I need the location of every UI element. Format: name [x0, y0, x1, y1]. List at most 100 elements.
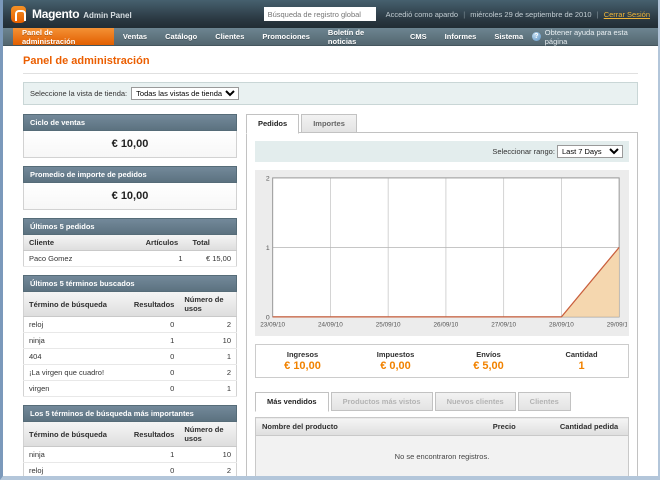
tab-pedidos[interactable]: Pedidos	[246, 114, 299, 134]
svg-text:23/09/10: 23/09/10	[260, 322, 285, 329]
card-title: Ciclo de ventas	[23, 114, 237, 131]
tab-importes[interactable]: Importes	[301, 114, 357, 133]
header-bar: Magento Admin Panel Accedió como apardo …	[3, 0, 658, 28]
table-row: reloj02	[24, 463, 237, 479]
tab-productos-mas-vistos[interactable]: Productos más vistos	[331, 392, 433, 411]
table-cell: 404	[24, 349, 129, 365]
nav-item-cms[interactable]: CMS	[401, 28, 436, 45]
page-content: Panel de administración Seleccione la vi…	[3, 46, 658, 480]
top-search-terms-card: Los 5 términos de búsqueda más important…	[23, 405, 237, 480]
stat-ingresos: Ingresos € 10,00	[256, 350, 349, 372]
header-meta: Accedió como apardo | miércoles 29 de se…	[386, 10, 650, 19]
last-orders-table: ClienteArtículosTotal Paco Gomez1€ 15,00	[23, 235, 237, 267]
table-row: ninja110	[24, 447, 237, 463]
range-select[interactable]: Last 7 Days	[557, 145, 623, 158]
table-cell: 0	[129, 317, 179, 333]
left-column: Ciclo de ventas € 10,00 Promedio de impo…	[23, 114, 237, 480]
admin-window: Magento Admin Panel Accedió como apardo …	[0, 0, 660, 480]
lifetime-sales-card: Ciclo de ventas € 10,00	[23, 114, 237, 158]
svg-text:28/09/10: 28/09/10	[549, 322, 574, 329]
range-label: Seleccionar rango:	[492, 147, 555, 156]
table-cell: 0	[129, 349, 179, 365]
nav-item-promociones[interactable]: Promociones	[253, 28, 319, 45]
table-cell: 1	[129, 333, 179, 349]
nav-item-catalogo[interactable]: Catálogo	[156, 28, 206, 45]
table-cell: virgen	[24, 381, 129, 397]
column-header: Nombre del producto	[256, 418, 487, 436]
card-value: € 10,00	[23, 183, 237, 210]
separator: |	[463, 10, 465, 19]
svg-text:26/09/10: 26/09/10	[434, 322, 459, 329]
last-search-terms-table: Término de búsquedaResultadosNúmero de u…	[23, 292, 237, 397]
store-switcher-label: Seleccione la vista de tienda:	[30, 89, 127, 98]
nav-item-sistema[interactable]: Sistema	[485, 28, 532, 45]
table-cell: 0	[129, 381, 179, 397]
column-header: Total	[188, 235, 237, 251]
column-header: Término de búsqueda	[24, 292, 129, 317]
table-cell: 0	[129, 463, 179, 479]
tab-mas-vendidos[interactable]: Más vendidos	[255, 392, 329, 412]
help-link[interactable]: ? Obtener ayuda para esta página	[532, 28, 648, 45]
brand-name: Magento	[32, 7, 79, 21]
logout-link[interactable]: Cerrar Sesión	[604, 10, 650, 19]
table-cell: ninja	[24, 333, 129, 349]
table-cell: ¡La virgen que cuadro!	[24, 365, 129, 381]
nav-item-boletin[interactable]: Boletín de noticias	[319, 28, 401, 45]
table-cell: 2	[179, 317, 236, 333]
magento-logo-icon	[11, 6, 26, 23]
column-header: Número de usos	[179, 292, 236, 317]
table-row: Paco Gomez1€ 15,00	[24, 251, 237, 267]
svg-text:27/09/10: 27/09/10	[491, 322, 516, 329]
table-cell: 1	[179, 381, 236, 397]
tab-clientes[interactable]: Clientes	[518, 392, 571, 411]
table-cell: 1	[179, 349, 236, 365]
table-cell: 0	[129, 365, 179, 381]
column-header: Resultados	[129, 422, 179, 447]
svg-text:2: 2	[266, 175, 270, 182]
top-search-terms-table: Término de búsquedaResultadosNúmero de u…	[23, 422, 237, 480]
store-switcher: Seleccione la vista de tienda: Todas las…	[23, 82, 638, 105]
column-header: Artículos	[141, 235, 188, 251]
column-header: Término de búsqueda	[24, 422, 129, 447]
column-header: Cantidad pedida	[554, 418, 629, 436]
stat-envios: Envíos € 5,00	[442, 350, 535, 372]
table-row: virgen01	[24, 381, 237, 397]
current-date: miércoles 29 de septiembre de 2010	[470, 10, 591, 19]
nav-item-dashboard[interactable]: Panel de administración	[13, 28, 114, 45]
store-switcher-select[interactable]: Todas las vistas de tienda	[131, 87, 239, 100]
table-cell: 10	[179, 333, 236, 349]
nav-item-ventas[interactable]: Ventas	[114, 28, 156, 45]
stat-cantidad: Cantidad 1	[535, 350, 628, 372]
stat-impuestos: Impuestos € 0,00	[349, 350, 442, 372]
orders-chart-box: 01223/09/1024/09/1025/09/1026/09/1027/09…	[255, 170, 629, 336]
dashboard-panel: Seleccionar rango: Last 7 Days 0 1 2 23/09/…	[246, 132, 638, 480]
help-label: Obtener ayuda para esta página	[545, 28, 648, 46]
average-orders-card: Promedio de importe de pedidos € 10,00	[23, 166, 237, 210]
table-cell: € 15,00	[188, 251, 237, 267]
range-bar: Seleccionar rango: Last 7 Days	[255, 141, 629, 162]
help-globe-icon: ?	[532, 32, 541, 41]
chart-tabs: Pedidos Importes	[246, 114, 638, 133]
svg-text:24/09/10: 24/09/10	[318, 322, 343, 329]
svg-text:1: 1	[266, 245, 270, 252]
card-title: Los 5 términos de búsqueda más important…	[23, 405, 237, 422]
nav-item-clientes[interactable]: Clientes	[206, 28, 253, 45]
table-cell: 2	[179, 463, 236, 479]
global-search-input[interactable]	[264, 7, 376, 21]
totals-row: Ingresos € 10,00 Impuestos € 0,00 Envíos…	[255, 344, 629, 378]
orders-chart: 01223/09/1024/09/1025/09/1026/09/1027/09…	[257, 172, 627, 334]
svg-text:0: 0	[266, 314, 270, 321]
card-title: Promedio de importe de pedidos	[23, 166, 237, 183]
svg-text:29/09/10: 29/09/10	[607, 322, 627, 329]
page-title: Panel de administración	[23, 55, 638, 74]
separator: |	[597, 10, 599, 19]
column-header: Número de usos	[179, 422, 236, 447]
empty-row: No se encontraron registros.	[256, 436, 629, 480]
grid-tabs: Más vendidos Productos más vistos Nuevos…	[255, 392, 629, 411]
right-column: Pedidos Importes Seleccionar rango: Last…	[246, 114, 638, 480]
card-value: € 10,00	[23, 131, 237, 158]
table-cell: ninja	[24, 447, 129, 463]
table-cell: reloj	[24, 317, 129, 333]
tab-nuevos-clientes[interactable]: Nuevos clientes	[435, 392, 516, 411]
nav-item-informes[interactable]: Informes	[436, 28, 486, 45]
